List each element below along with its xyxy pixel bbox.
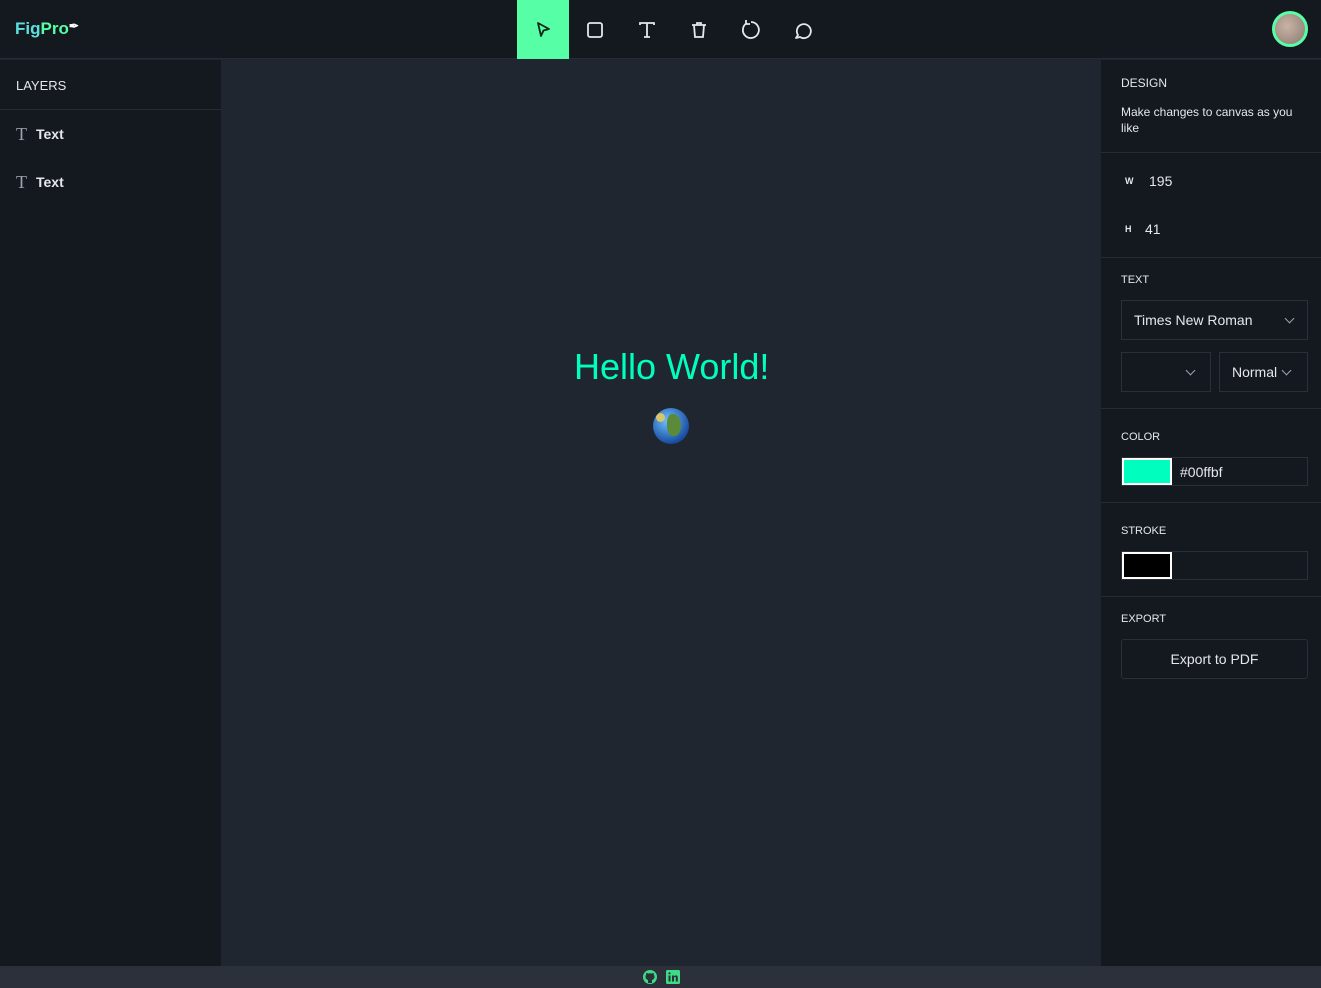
design-title: DESIGN — [1121, 76, 1168, 90]
text-icon: T — [16, 171, 27, 192]
chevron-down-icon — [1185, 365, 1196, 375]
export-pdf-button[interactable]: Export to PDF — [1121, 639, 1308, 679]
delete-tool-button[interactable] — [673, 0, 725, 59]
font-family-select[interactable]: Times New Roman — [1121, 300, 1308, 340]
text-section-title: TEXT — [1121, 274, 1150, 286]
trash-icon — [692, 21, 706, 38]
reset-tool-button[interactable] — [725, 0, 777, 59]
layer-item[interactable]: T Text — [0, 110, 221, 158]
font-size-select[interactable] — [1121, 352, 1211, 392]
rectangle-tool-button[interactable] — [569, 0, 621, 59]
canvas-text[interactable]: Hello World! — [574, 346, 769, 388]
design-panel: DESIGN Make changes to canvas as you lik… — [1101, 60, 1321, 966]
rotate-icon — [742, 19, 760, 39]
export-section-title: EXPORT — [1121, 613, 1167, 625]
logo[interactable]: FigPro✒ — [15, 19, 79, 39]
square-icon — [587, 21, 603, 38]
layers-panel: LAYERS T Text T Text — [0, 60, 221, 966]
stroke-section-title: STROKE — [1121, 525, 1167, 537]
text-icon — [639, 21, 655, 38]
footer — [0, 966, 1321, 988]
chevron-down-icon — [1284, 313, 1295, 323]
select-tool-button[interactable] — [517, 0, 569, 59]
font-weight-select[interactable]: Normal — [1219, 352, 1308, 392]
width-field[interactable]: W 195 — [1121, 157, 1308, 205]
layers-title: LAYERS — [0, 60, 221, 110]
color-section-title: COLOR — [1121, 431, 1161, 443]
toolbar — [517, 0, 829, 59]
pen-icon: ✒ — [68, 19, 79, 33]
stroke-field[interactable] — [1121, 551, 1308, 580]
layer-item[interactable]: T Text — [0, 158, 221, 206]
comment-tool-button[interactable] — [777, 0, 829, 59]
text-tool-button[interactable] — [621, 0, 673, 59]
chevron-down-icon — [1281, 365, 1292, 375]
linkedin-icon[interactable] — [665, 970, 680, 984]
text-icon: T — [16, 123, 27, 144]
design-description: Make changes to canvas as you like — [1121, 105, 1293, 135]
color-field[interactable]: #00ffbf — [1121, 457, 1308, 486]
color-swatch[interactable] — [1122, 458, 1172, 485]
comment-icon — [795, 22, 812, 39]
github-icon[interactable] — [642, 969, 658, 985]
avatar[interactable] — [1272, 11, 1308, 47]
cursor-icon — [537, 21, 550, 37]
globe-emoji[interactable] — [653, 408, 689, 444]
height-field[interactable]: H 41 — [1121, 205, 1308, 253]
stroke-swatch[interactable] — [1122, 552, 1172, 579]
top-bar: FigPro✒ — [0, 0, 1321, 59]
